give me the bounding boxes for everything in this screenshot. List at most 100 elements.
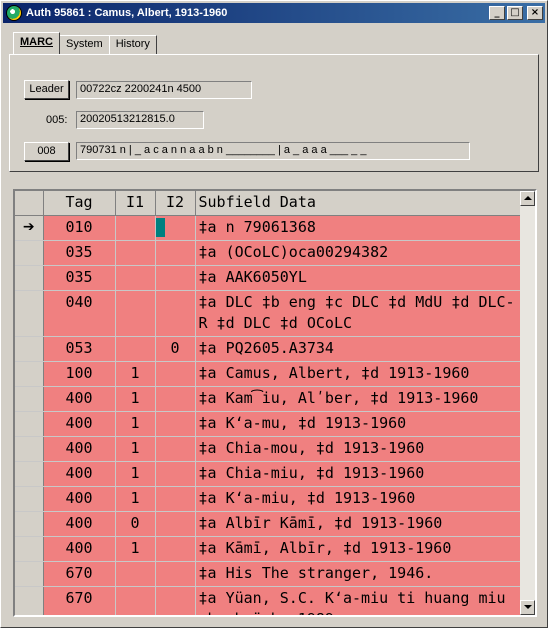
marc-field-row[interactable]: 400 1 ‡a Chia-miu, ‡d 1913-1960 (15, 461, 521, 487)
subfield-data-cell[interactable]: ‡a Camus, Albert, ‡d 1913-1960 (195, 361, 521, 387)
field-008-button[interactable]: 008 (24, 142, 69, 161)
subfield-data-cell[interactable]: ‡a DLC ‡b eng ‡c DLC ‡d MdU ‡d DLC-R ‡d … (195, 290, 521, 337)
tag-cell[interactable]: 053 (43, 336, 116, 362)
indicator1-cell[interactable] (115, 265, 156, 291)
subfield-data-cell[interactable]: ‡a AAK6050YL (195, 265, 521, 291)
scroll-down-button[interactable] (520, 600, 535, 615)
subfield-data-cell[interactable]: ‡a Chia-miu, ‡d 1913-1960 (195, 461, 521, 487)
marc-field-row[interactable]: 670 ‡a Yüan, S.C. Kʻa-miu ti huang miu ch… (15, 586, 521, 615)
row-selector[interactable] (15, 290, 44, 337)
row-selector[interactable] (15, 386, 44, 412)
indicator1-cell[interactable] (115, 586, 156, 615)
scroll-up-button[interactable] (520, 191, 535, 206)
marc-field-row[interactable]: 400 1 ‡a Kam͡iu, Alʹber, ‡d 1913-1960 (15, 386, 521, 412)
maximize-button[interactable]: □ (507, 6, 523, 20)
subfield-data-cell[interactable]: ‡a Kam͡iu, Alʹber, ‡d 1913-1960 (195, 386, 521, 412)
marc-field-row[interactable]: ➔ 010 ‡a n 79061368 (15, 215, 521, 241)
subfield-data-cell[interactable]: ‡a n 79061368 (195, 215, 521, 241)
row-selector[interactable] (15, 265, 44, 291)
tag-cell[interactable]: 670 (43, 561, 116, 587)
marc-field-row[interactable]: 400 1 ‡a Chia-mou, ‡d 1913-1960 (15, 436, 521, 462)
tag-cell[interactable]: 010 (43, 215, 116, 241)
indicator1-cell[interactable]: 1 (115, 386, 156, 412)
tab-marc[interactable]: MARC (13, 32, 60, 54)
indicator2-cell[interactable] (155, 361, 196, 387)
indicator2-cell[interactable] (155, 290, 196, 337)
tag-cell[interactable]: 400 (43, 436, 116, 462)
marc-field-row[interactable]: 400 1 ‡a Kʻa-miu, ‡d 1913-1960 (15, 486, 521, 512)
row-selector[interactable] (15, 586, 44, 615)
row-selector[interactable] (15, 486, 44, 512)
row-selector[interactable] (15, 536, 44, 562)
row-selector[interactable] (15, 361, 44, 387)
indicator2-cell[interactable] (155, 436, 196, 462)
tag-cell[interactable]: 035 (43, 240, 116, 266)
leader-field[interactable]: 00722cz 2200241n 4500 (76, 81, 252, 99)
indicator2-cell[interactable] (155, 536, 196, 562)
subfield-data-cell[interactable]: ‡a Chia-mou, ‡d 1913-1960 (195, 436, 521, 462)
row-selector[interactable] (15, 511, 44, 537)
column-header-tag[interactable]: Tag (43, 191, 116, 216)
column-header-subfield-data[interactable]: Subfield Data (195, 191, 521, 216)
subfield-data-cell[interactable]: ‡a His The stranger, 1946. (195, 561, 521, 587)
app-globe-icon[interactable] (6, 5, 22, 21)
tag-cell[interactable]: 100 (43, 361, 116, 387)
indicator2-cell[interactable]: 0 (155, 336, 196, 362)
close-button[interactable]: × (527, 6, 543, 20)
marc-field-row[interactable]: 053 0 ‡a PQ2605.A3734 (15, 336, 521, 362)
tag-cell[interactable]: 400 (43, 411, 116, 437)
indicator1-cell[interactable]: 1 (115, 436, 156, 462)
indicator1-cell[interactable]: 0 (115, 511, 156, 537)
leader-button[interactable]: Leader (24, 80, 69, 99)
marc-field-row[interactable]: 400 0 ‡a Albīr Kāmī, ‡d 1913-1960 (15, 511, 521, 537)
subfield-data-cell[interactable]: ‡a Kʻa-mu, ‡d 1913-1960 (195, 411, 521, 437)
subfield-data-cell[interactable]: ‡a Yüan, S.C. Kʻa-miu ti huang miu che h… (195, 586, 521, 615)
indicator2-cell[interactable] (155, 561, 196, 587)
tag-cell[interactable]: 035 (43, 265, 116, 291)
indicator2-cell[interactable] (155, 586, 196, 615)
subfield-data-cell[interactable]: ‡a Kʻa-miu, ‡d 1913-1960 (195, 486, 521, 512)
indicator1-cell[interactable] (115, 215, 156, 241)
indicator1-cell[interactable] (115, 336, 156, 362)
indicator1-cell[interactable]: 1 (115, 486, 156, 512)
row-selector[interactable] (15, 240, 44, 266)
indicator1-cell[interactable] (115, 290, 156, 337)
marc-field-row[interactable]: 100 1 ‡a Camus, Albert, ‡d 1913-1960 (15, 361, 521, 387)
row-selector[interactable] (15, 561, 44, 587)
subfield-data-cell[interactable]: ‡a (OCoLC)oca00294382 (195, 240, 521, 266)
indicator2-cell[interactable] (155, 411, 196, 437)
marc-field-row[interactable]: 670 ‡a His The stranger, 1946. (15, 561, 521, 587)
title-bar[interactable]: Auth 95861 : Camus, Albert, 1913-1960 _ … (3, 3, 545, 23)
indicator2-cell[interactable] (155, 461, 196, 487)
marc-field-row[interactable]: 040 ‡a DLC ‡b eng ‡c DLC ‡d MdU ‡d DLC-R … (15, 290, 521, 337)
indicator1-cell[interactable]: 1 (115, 461, 156, 487)
row-selector[interactable]: ➔ (15, 215, 44, 241)
column-header-i1[interactable]: I1 (115, 191, 156, 216)
indicator1-cell[interactable] (115, 561, 156, 587)
row-selector[interactable] (15, 461, 44, 487)
row-selector[interactable] (15, 411, 44, 437)
indicator2-cell[interactable] (155, 240, 196, 266)
tag-cell[interactable]: 400 (43, 461, 116, 487)
marc-field-row[interactable]: 035 ‡a AAK6050YL (15, 265, 521, 291)
indicator1-cell[interactable] (115, 240, 156, 266)
column-header-i2[interactable]: I2 (155, 191, 196, 216)
minimize-button[interactable]: _ (489, 6, 505, 20)
indicator2-cell[interactable] (155, 265, 196, 291)
marc-field-row[interactable]: 400 1 ‡a Kāmī, Albīr, ‡d 1913-1960 (15, 536, 521, 562)
indicator2-cell[interactable] (155, 486, 196, 512)
marc-field-row[interactable]: 035 ‡a (OCoLC)oca00294382 (15, 240, 521, 266)
marc-field-grid[interactable]: Tag I1 I2 Subfield Data ➔ 010 ‡a n 7906136… (13, 189, 537, 617)
field-008-value[interactable]: 790731 n | _ a c a n n a a b n ________ … (76, 142, 470, 160)
vertical-scrollbar[interactable] (520, 191, 535, 615)
tag-cell[interactable]: 670 (43, 586, 116, 615)
subfield-data-cell[interactable]: ‡a Albīr Kāmī, ‡d 1913-1960 (195, 511, 521, 537)
tag-cell[interactable]: 400 (43, 536, 116, 562)
tag-cell[interactable]: 040 (43, 290, 116, 337)
subfield-data-cell[interactable]: ‡a PQ2605.A3734 (195, 336, 521, 362)
marc-field-row[interactable]: 400 1 ‡a Kʻa-mu, ‡d 1913-1960 (15, 411, 521, 437)
tag-cell[interactable]: 400 (43, 486, 116, 512)
indicator2-cell[interactable] (155, 386, 196, 412)
indicator1-cell[interactable]: 1 (115, 361, 156, 387)
tag-cell[interactable]: 400 (43, 386, 116, 412)
